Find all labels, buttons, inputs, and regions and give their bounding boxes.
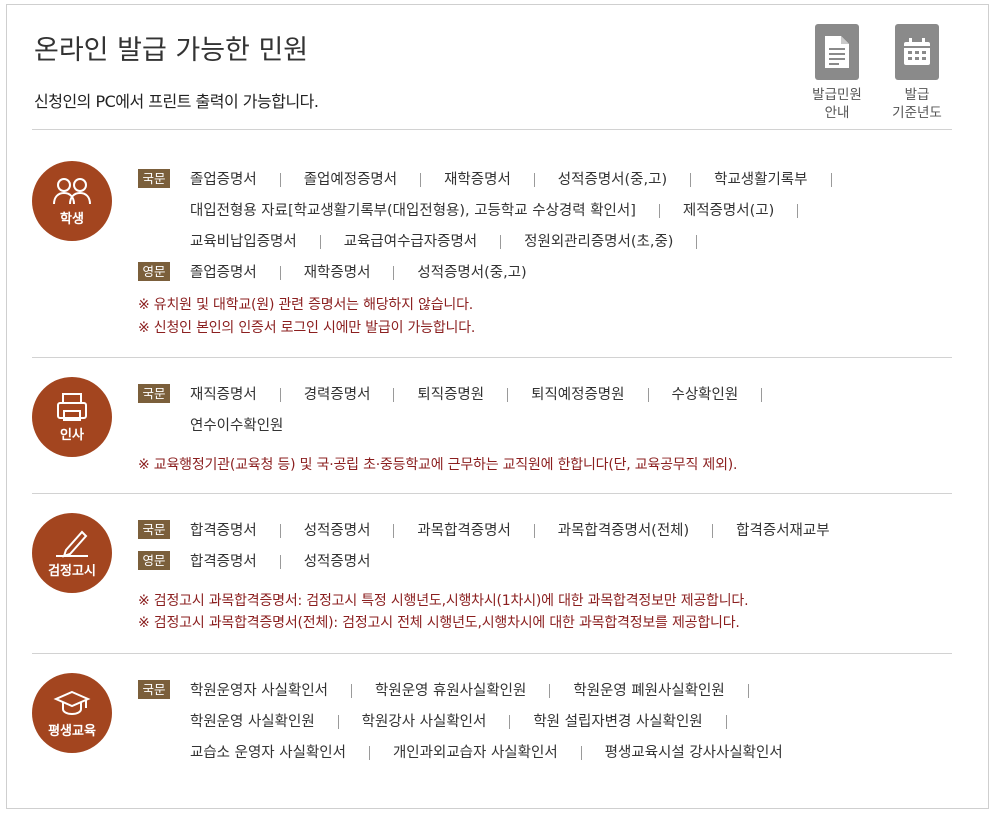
- section-personnel-title: 인사: [60, 427, 84, 443]
- section-lifelong-education: 평생교육 국문 학원운영자 사실확인서 학원운영 휴원사실확인원 학원운영 폐원…: [32, 654, 952, 794]
- doc-link[interactable]: 학원운영자 사실확인서: [190, 682, 375, 700]
- section-student-title: 학생: [60, 211, 84, 227]
- doc-link[interactable]: 재학증명서: [304, 264, 418, 282]
- doc-link[interactable]: 교습소 운영자 사실확인서: [190, 744, 393, 762]
- doc-link[interactable]: 성적증명서: [304, 522, 418, 540]
- doc-link[interactable]: 연수이수확인원: [190, 417, 283, 435]
- doc-link[interactable]: 평생교육시설 강사사실확인서: [605, 744, 783, 762]
- doc-link[interactable]: 성적증명서(중,고): [558, 171, 714, 189]
- doc-link[interactable]: 합격증명서: [190, 522, 304, 540]
- notice-text: ※ 유치원 및 대학교(원) 관련 증명서는 해당하지 않습니다.: [138, 297, 474, 313]
- section-ged: 검정고시 국문 합격증명서 성적증명서 과목합격증명서 과목합격증명서(전체) …: [32, 494, 952, 652]
- notice-text: ※ 검정고시 과목합격증명서: 검정고시 특정 시행년도,시행차시(1차시)에 …: [138, 593, 749, 609]
- section-personnel: 인사 국문 재직증명서 경력증명서 퇴직증명원 퇴직예정증명원 수상확인원 연수…: [32, 358, 952, 492]
- issuance-guide-label: 발급민원 안내: [812, 87, 862, 121]
- doc-link[interactable]: 학원운영 휴원사실확인원: [375, 682, 573, 700]
- eng-tag: 영문: [138, 551, 170, 570]
- doc-link[interactable]: 과목합격증명서: [417, 522, 557, 540]
- printer-icon: [57, 392, 87, 421]
- kor-tag: 국문: [138, 169, 170, 188]
- doc-link[interactable]: 제적증명서(고): [683, 202, 821, 220]
- kor-tag: 국문: [138, 384, 170, 403]
- kor-doc-group-line2: 대입전형용 자료[학교생활기록부(대입전형용), 고등학교 수상경력 확인서] …: [138, 202, 930, 220]
- doc-link[interactable]: 성적증명서(중,고): [417, 264, 526, 282]
- doc-link[interactable]: 수상확인원: [672, 386, 786, 404]
- notice-text: ※ 검정고시 과목합격증명서(전체): 검정고시 전체 시행년도,시행차시에 대…: [138, 615, 740, 631]
- base-year-label: 발급 기준년도: [892, 87, 942, 121]
- base-year-button[interactable]: 발급 기준년도: [882, 24, 952, 122]
- doc-link[interactable]: 졸업예정증명서: [304, 171, 444, 189]
- kor-doc-group: 국문 학원운영자 사실확인서 학원운영 휴원사실확인원 학원운영 폐원사실확인원: [138, 680, 930, 700]
- doc-link[interactable]: 재직증명서: [190, 386, 304, 404]
- doc-link[interactable]: 개인과외교습자 사실확인서: [393, 744, 605, 762]
- doc-link[interactable]: 졸업증명서: [190, 171, 304, 189]
- kor-tag: 국문: [138, 520, 170, 539]
- doc-link[interactable]: 졸업증명서: [190, 264, 304, 282]
- kor-doc-group-line2: 연수이수확인원: [138, 417, 930, 435]
- notice-text: ※ 신청인 본인의 인증서 로그인 시에만 발급이 가능합니다.: [138, 320, 476, 336]
- doc-link[interactable]: 대입전형용 자료[학교생활기록부(대입전형용), 고등학교 수상경력 확인서]: [190, 202, 683, 220]
- doc-link[interactable]: 과목합격증명서(전체): [558, 522, 736, 540]
- eng-tag: 영문: [138, 262, 170, 281]
- graduation-cap-icon: [53, 690, 91, 715]
- ged-category-badge: 검정고시: [32, 513, 112, 593]
- eng-doc-group: 영문 졸업증명서 재학증명서 성적증명서(중,고): [138, 262, 930, 282]
- doc-link[interactable]: 학원강사 사실확인서: [362, 713, 534, 731]
- kor-tag: 국문: [138, 680, 170, 699]
- lifelong-category-badge: 평생교육: [32, 673, 112, 753]
- eng-doc-group: 영문 합격증명서 성적증명서: [138, 551, 930, 571]
- notice-text: ※ 교육행정기관(교육청 등) 및 국·공립 초·중등학교에 근무하는 교직원에…: [138, 457, 738, 473]
- section-student: 학생 국문 졸업증명서 졸업예정증명서 재학증명서 성적증명서(중,고) 학교생…: [32, 130, 952, 356]
- pencil-icon: [56, 530, 88, 558]
- personnel-category-badge: 인사: [32, 377, 112, 457]
- students-icon: [53, 177, 91, 204]
- doc-link[interactable]: 교육비납입증명서: [190, 233, 344, 251]
- doc-link[interactable]: 학원운영 폐원사실확인원: [573, 682, 771, 700]
- page-title: 온라인 발급 가능한 민원: [34, 35, 309, 66]
- doc-link[interactable]: 재학증명서: [444, 171, 558, 189]
- doc-link[interactable]: 성적증명서: [304, 553, 371, 571]
- doc-link[interactable]: 합격증명서: [190, 553, 304, 571]
- section-ged-title: 검정고시: [48, 563, 96, 579]
- doc-link[interactable]: 교육급여수급자증명서: [344, 233, 524, 251]
- kor-doc-group: 국문 졸업증명서 졸업예정증명서 재학증명서 성적증명서(중,고) 학교생활기록…: [138, 169, 930, 189]
- doc-link[interactable]: 퇴직예정증명원: [531, 386, 671, 404]
- calendar-icon: [895, 24, 939, 80]
- student-category-badge: 학생: [32, 161, 112, 241]
- doc-link[interactable]: 학원 설립자변경 사실확인원: [533, 713, 749, 731]
- doc-link[interactable]: 퇴직증명원: [417, 386, 531, 404]
- section-lifelong-title: 평생교육: [48, 723, 96, 739]
- document-icon: [815, 24, 859, 80]
- kor-doc-group: 국문 재직증명서 경력증명서 퇴직증명원 퇴직예정증명원 수상확인원: [138, 384, 930, 404]
- doc-link[interactable]: 합격증서재교부: [736, 522, 829, 540]
- doc-link[interactable]: 학교생활기록부: [714, 171, 854, 189]
- kor-doc-group-line3: 교육비납입증명서 교육급여수급자증명서 정원외관리증명서(초,중): [138, 233, 930, 251]
- kor-doc-group: 국문 합격증명서 성적증명서 과목합격증명서 과목합격증명서(전체) 합격증서재…: [138, 520, 930, 540]
- page-subtitle: 신청인의 PC에서 프린트 출력이 가능합니다.: [34, 92, 319, 111]
- doc-link[interactable]: 학원운영 사실확인원: [190, 713, 362, 731]
- doc-link[interactable]: 정원외관리증명서(초,중): [524, 233, 720, 251]
- issuance-guide-button[interactable]: 발급민원 안내: [802, 24, 872, 122]
- doc-link[interactable]: 경력증명서: [304, 386, 418, 404]
- kor-doc-group-line3: 교습소 운영자 사실확인서 개인과외교습자 사실확인서 평생교육시설 강사사실확…: [138, 744, 930, 762]
- kor-doc-group-line2: 학원운영 사실확인원 학원강사 사실확인서 학원 설립자변경 사실확인원: [138, 713, 930, 731]
